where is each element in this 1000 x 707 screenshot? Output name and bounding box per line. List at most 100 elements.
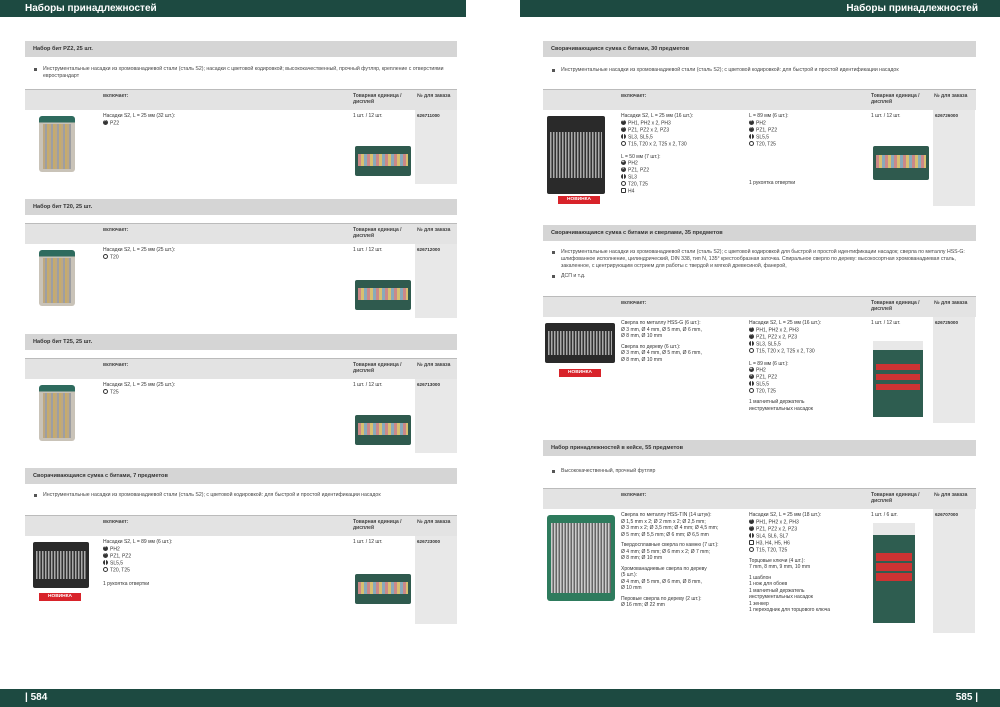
section-title: Сворачивающаяся сумка с битами и сверлам…	[543, 225, 976, 241]
section-bag-7: Сворачивающаяся сумка с битами, 7 предме…	[25, 468, 457, 499]
section-title: Сворачивающаяся сумка с битами, 7 предме…	[25, 468, 457, 484]
col-includes: включает:	[103, 362, 129, 368]
col-includes: включает:	[103, 93, 129, 99]
col-order: № для заказа	[417, 93, 451, 99]
table-row: НОВИНКА Насадки S2, L = 25 мм (16 шт.): …	[543, 110, 976, 206]
col-unit: Товарная единица / дисплей	[353, 227, 402, 239]
section-bag-30: Сворачивающаяся сумка с битами, 30 предм…	[543, 41, 976, 74]
bit-type: SL3, SL5,5	[628, 134, 653, 140]
torx-icon	[749, 347, 754, 353]
torx-icon	[621, 140, 626, 146]
pozidriv-icon	[749, 525, 754, 531]
order-number: 626726000	[933, 110, 975, 206]
order-number: 626711000	[415, 110, 457, 184]
phillips-icon	[749, 326, 754, 332]
col-includes: включает:	[103, 519, 129, 525]
unit-cell: 1 шт. / 12 шт.	[353, 113, 383, 119]
col-order: № для заказа	[417, 362, 451, 368]
unit-cell: 1 шт. / 12 шт.	[353, 382, 383, 388]
bit-type: T20, T25	[756, 388, 776, 395]
page-title-right: Наборы принадлежностей	[846, 3, 978, 14]
slotted-icon	[749, 340, 754, 346]
includes-cell: Насадки S2, L = 89 мм (6 шт.): PH2 PZ1, …	[103, 539, 172, 587]
product-table: включает: Товарная единица / дисплей № д…	[25, 89, 457, 184]
bit-type: SL5,5	[756, 134, 770, 140]
footer-bar: | 584 585 |	[0, 689, 1000, 707]
bit-type: PH1, PH2 x 2, PH3	[756, 327, 799, 333]
includes-cell-left: Сверла по металлу HSS-TIN (14 штук): Ø 1…	[621, 512, 719, 609]
new-badge: НОВИНКА	[559, 369, 601, 377]
slotted-icon	[621, 174, 626, 179]
phillips-icon	[621, 160, 626, 165]
extra-item: 1 рукоятка отвертки	[749, 179, 796, 186]
product-image	[39, 250, 75, 306]
display-image	[355, 280, 411, 310]
product-table: включает: Товарная единица / дисплей № д…	[25, 223, 457, 318]
slotted-icon	[749, 133, 754, 139]
bit-type: T20, T25	[756, 141, 776, 147]
drill-line: Ø 3 mm x 2; Ø 3,5 mm; Ø 4 mm; Ø 4,5 mm;	[621, 525, 719, 531]
bit-type: T15, T20 x 2, T25 x 2, T30	[628, 141, 687, 147]
new-badge: НОВИНКА	[558, 196, 600, 204]
col-order: № для заказа	[934, 93, 968, 99]
bits-line: Насадки S2, L = 25 мм (16 шт.):	[749, 320, 822, 326]
bit-type: PZ2	[110, 120, 120, 126]
bit-type: H3, H4, H5, H6	[756, 540, 790, 546]
product-image	[39, 116, 75, 172]
section-title: Набор бит PZ2, 25 шт.	[25, 41, 457, 57]
col-unit: Товарная единица / дисплей	[871, 300, 920, 312]
product-image	[33, 542, 89, 588]
product-image	[547, 515, 615, 601]
table-header: включает: Товарная единица / дисплей № д…	[25, 90, 457, 110]
torx-icon	[103, 388, 108, 394]
table-header: включает: Товарная единица / дисплей № д…	[543, 489, 976, 509]
col-order: № для заказа	[417, 519, 451, 525]
includes-cell: Насадки S2, L = 25 мм (25 шт.): T20	[103, 247, 175, 261]
table-header: включает: Товарная единица / дисплей № д…	[25, 516, 457, 536]
includes-cell: Насадки S2, L = 25 мм (32 шт.): PZ2	[103, 113, 175, 127]
display-image	[355, 574, 411, 604]
bit-type: PZ1, PZ2 x 2, PZ3	[756, 334, 798, 340]
section-bullet: Инструментальные насадки из хромованадие…	[25, 66, 457, 80]
product-table: включает: Товарная единица / дисплей № д…	[543, 89, 976, 206]
bits-line: Насадки S2, L = 89 мм (6 шт.):	[103, 539, 173, 545]
bit-type: PH2	[756, 367, 766, 374]
bits-line: L = 89 мм (6 шт.):	[749, 113, 789, 119]
order-number: 626712000	[415, 244, 457, 318]
section-bag-35: Сворачивающаяся сумка с битами и сверлам…	[543, 225, 976, 280]
bit-type: T20, T25	[628, 181, 648, 188]
section-pz2-set: Набор бит PZ2, 25 шт. Инструментальные н…	[25, 41, 457, 80]
unit-cell: 1 шт. / 12 шт.	[871, 320, 901, 326]
section-title: Набор бит T20, 25 шт.	[25, 199, 457, 215]
pozidriv-icon	[621, 126, 626, 132]
bit-type: PH1, PH2 x 2, PH3	[628, 120, 671, 126]
header-gap	[466, 0, 520, 17]
new-badge: НОВИНКА	[39, 593, 81, 601]
bits-line: Насадки S2, L = 25 мм (32 шт.):	[103, 113, 176, 119]
bit-type: T25	[110, 389, 119, 395]
bit-type: PZ1, PZ2	[756, 127, 778, 133]
col-order: № для заказа	[934, 300, 968, 306]
col-unit: Товарная единица / дисплей	[353, 93, 402, 105]
unit-cell: 1 шт. / 12 шт.	[353, 539, 383, 545]
page-number-left: | 584	[25, 692, 48, 703]
table-row: НОВИНКА Насадки S2, L = 89 мм (6 шт.): P…	[25, 536, 457, 624]
includes-cell-right: Насадки S2, L = 25 мм (16 шт.): PH1, PH2…	[749, 320, 821, 412]
section-bullet: Инструментальные насадки из хромованадие…	[543, 249, 976, 270]
drill-line: Сверла по металлу HSS-G (6 шт.):	[621, 320, 701, 326]
bit-type: PH2	[756, 120, 766, 126]
col-includes: включает:	[621, 492, 647, 498]
section-bullet: Инструментальные насадки из хромованадие…	[543, 67, 976, 74]
section-title: Набор бит T25, 25 шт.	[25, 334, 457, 350]
slotted-icon	[749, 381, 754, 386]
slotted-icon	[749, 532, 754, 538]
drill-line: Ø 16 mm; Ø 22 mm	[621, 602, 665, 608]
drill-line: Ø 8 mm; Ø 10 mm	[621, 555, 663, 561]
order-number: 626713000	[415, 379, 457, 453]
bit-type: PZ1, PZ2	[110, 553, 132, 559]
bit-type: H4	[628, 188, 635, 195]
extra-item: 7 mm, 8 mm, 9 mm, 10 mm	[749, 564, 811, 570]
pz-icon	[103, 119, 108, 125]
torx-icon	[103, 253, 108, 259]
table-row: Насадки S2, L = 25 мм (32 шт.): PZ2 1 шт…	[25, 110, 457, 184]
